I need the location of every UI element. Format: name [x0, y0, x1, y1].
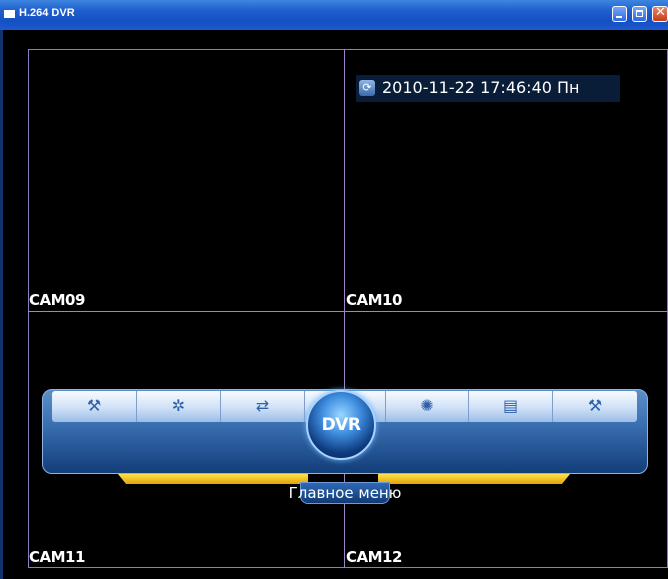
document-settings-icon: ▤ — [502, 396, 519, 415]
menu-item-light[interactable]: ✺ — [385, 391, 469, 422]
lightbulb-icon: ✺ — [420, 396, 434, 415]
main-menu-label: Главное меню — [288, 484, 402, 502]
camera-label-cam12[interactable]: CAM12 — [346, 548, 402, 566]
menu-item-settings[interactable]: ✲ — [137, 391, 221, 422]
camera-label-cam10[interactable]: CAM10 — [346, 291, 402, 309]
menu-accent-right — [378, 474, 570, 484]
timestamp-overlay: ⟳ 2010-11-22 17:46:40 Пн — [356, 75, 620, 102]
menu-accent-left — [118, 474, 308, 484]
tools-icon: ⚒ — [587, 396, 603, 415]
menu-item-tools-2[interactable]: ⚒ — [553, 391, 637, 422]
close-button[interactable]: ✕ — [652, 5, 668, 22]
minimize-button[interactable] — [612, 6, 627, 22]
menu-item-tools[interactable]: ⚒ — [52, 391, 137, 422]
window-title: H.264 DVR — [19, 7, 75, 19]
close-icon: ✕ — [655, 5, 666, 20]
refresh-icon: ⟳ — [359, 80, 375, 96]
dvr-window: H.264 DVR ✕ CAM09 CAM10 CAM11 CAM12 ⟳ 20… — [0, 0, 668, 579]
gear-icon: ✲ — [171, 396, 186, 415]
camera-label-cam09[interactable]: CAM09 — [29, 291, 85, 309]
app-icon — [4, 10, 15, 18]
menu-item-arrows[interactable]: ⇄ — [221, 391, 305, 422]
tools-icon: ⚒ — [86, 396, 102, 415]
dvr-button-label: DVR — [321, 415, 361, 435]
menu-item-document[interactable]: ▤ — [469, 391, 553, 422]
arrows-icon: ⇄ — [255, 396, 270, 415]
grid-divider-horizontal — [28, 311, 668, 312]
title-bar[interactable]: H.264 DVR ✕ — [0, 0, 668, 30]
camera-label-cam11[interactable]: CAM11 — [29, 548, 85, 566]
dvr-center-button[interactable]: DVR — [306, 390, 376, 460]
timestamp-text: 2010-11-22 17:46:40 Пн — [382, 78, 580, 97]
maximize-button[interactable] — [632, 6, 647, 22]
